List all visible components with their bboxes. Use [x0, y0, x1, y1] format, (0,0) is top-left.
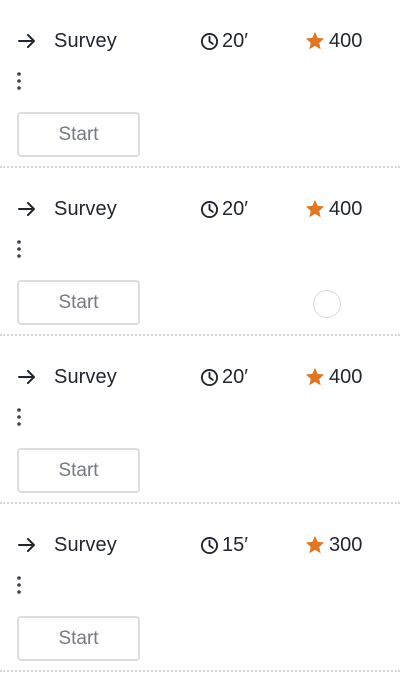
duration-value: 15′ — [222, 533, 248, 556]
survey-title: Survey — [54, 534, 117, 556]
duration-value: 20′ — [222, 365, 248, 388]
start-button[interactable]: Start — [17, 448, 140, 493]
survey-card: Survey 20′ 400 Start — [0, 0, 400, 168]
survey-title: Survey — [54, 198, 117, 220]
more-vertical-icon[interactable] — [16, 407, 22, 427]
survey-card-header: Survey 20′ 400 — [0, 196, 400, 222]
survey-card-header: Survey 20′ 400 — [0, 364, 400, 390]
arrow-right-icon[interactable] — [17, 368, 37, 386]
clock-icon — [200, 200, 219, 218]
points: 400 — [304, 29, 362, 53]
arrow-right-icon[interactable] — [17, 32, 37, 50]
star-icon — [305, 31, 325, 50]
arrow-right-icon[interactable] — [17, 536, 37, 554]
clock-icon — [200, 368, 219, 386]
survey-card-header: Survey 20′ 400 — [0, 28, 400, 54]
duration: 15′ — [200, 533, 248, 557]
survey-card-header: Survey 15′ 300 — [0, 532, 400, 558]
clock-icon — [200, 536, 219, 554]
survey-list: Survey 20′ 400 Start Survey 20′ 400 Star… — [0, 0, 400, 672]
survey-card: Survey 20′ 400 Start — [0, 168, 400, 336]
survey-card: Survey 15′ 300 Start — [0, 504, 400, 672]
duration: 20′ — [200, 29, 248, 53]
arrow-right-icon[interactable] — [17, 200, 37, 218]
points-value: 300 — [329, 533, 363, 556]
star-icon — [305, 199, 325, 218]
points-value: 400 — [329, 29, 363, 52]
more-vertical-icon[interactable] — [16, 71, 22, 91]
points: 400 — [304, 365, 362, 389]
points-value: 400 — [329, 365, 363, 388]
survey-title: Survey — [54, 366, 117, 388]
start-button[interactable]: Start — [17, 112, 140, 157]
survey-card: Survey 20′ 400 Start — [0, 336, 400, 504]
start-button[interactable]: Start — [17, 616, 140, 661]
duration: 20′ — [200, 197, 248, 221]
star-icon — [305, 535, 325, 554]
duration-value: 20′ — [222, 29, 248, 52]
star-icon — [305, 367, 325, 386]
clock-icon — [200, 32, 219, 50]
points: 400 — [304, 197, 362, 221]
start-button[interactable]: Start — [17, 280, 140, 325]
more-vertical-icon[interactable] — [16, 575, 22, 595]
survey-title: Survey — [54, 30, 117, 52]
points-value: 400 — [329, 197, 363, 220]
more-vertical-icon[interactable] — [16, 239, 22, 259]
duration-value: 20′ — [222, 197, 248, 220]
loading-circle — [313, 290, 341, 318]
duration: 20′ — [200, 365, 248, 389]
points: 300 — [304, 533, 362, 557]
